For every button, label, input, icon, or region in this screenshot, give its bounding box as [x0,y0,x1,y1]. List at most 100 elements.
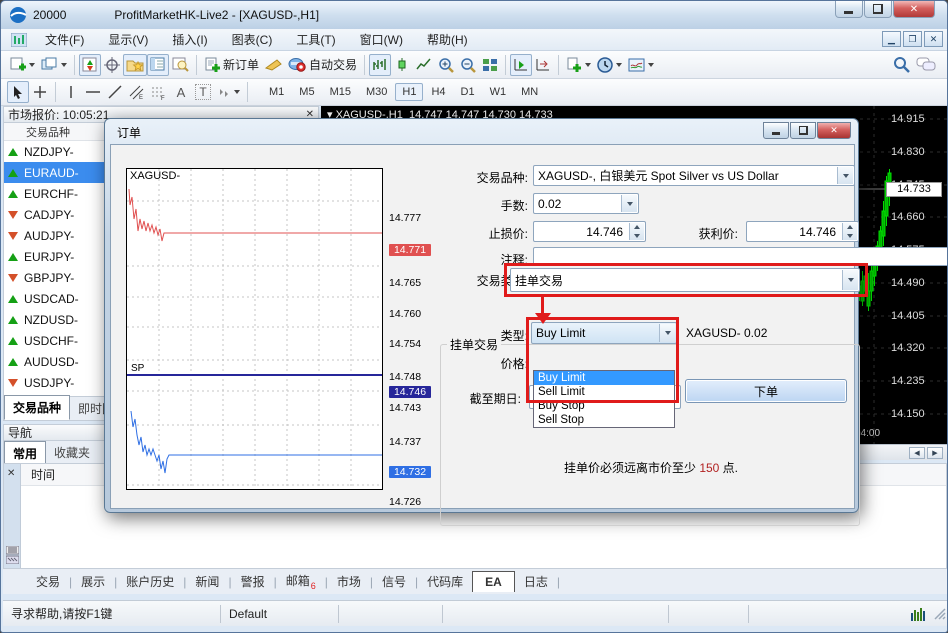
tab-journal[interactable]: 日志 [515,570,557,593]
timeframe-h4[interactable]: H4 [424,83,452,101]
order-dialog-body: XAGUSD- SP 14.777 14.7 [110,144,855,509]
option-sell-stop[interactable]: Sell Stop [534,413,674,427]
cycle-lines-tool-button[interactable] [214,81,243,103]
status-profile[interactable]: Default [221,605,339,623]
place-order-button[interactable]: 下单 [685,379,847,403]
menu-charts[interactable]: 图表(C) [220,29,285,50]
timeframe-d1[interactable]: D1 [454,83,482,101]
menu-view[interactable]: 显示(V) [96,29,160,50]
timeframe-m5[interactable]: M5 [292,83,321,101]
tab-news[interactable]: 新闻 [186,570,228,593]
bar-chart-mode-button[interactable] [369,54,391,76]
dropdown-arrow-icon[interactable] [837,167,853,184]
tab-code-base[interactable]: 代码库 [418,570,472,593]
menu-window[interactable]: 窗口(W) [348,29,415,50]
market-watch-toggle-button[interactable] [79,54,101,76]
connection-status-icon [911,607,927,621]
tab-exposure[interactable]: 展示 [72,570,114,593]
price-tick: 14.915 [891,113,943,125]
timeframe-w1[interactable]: W1 [483,83,514,101]
trendline-tool-button[interactable] [104,81,126,103]
strategy-tester-button[interactable] [169,54,192,76]
symbol-select[interactable]: XAGUSD-, 白银美元 Spot Silver vs US Dollar [533,165,855,186]
zoom-in-button[interactable] [435,54,457,76]
option-buy-stop[interactable]: Buy Stop [534,399,674,413]
mdi-minimize-button[interactable]: ▁ [882,31,901,47]
auto-trading-button[interactable]: 自动交易 [285,54,360,76]
zoom-out-button[interactable] [457,54,479,76]
crosshair-window-button[interactable] [101,54,123,76]
maximize-button[interactable] [864,1,892,18]
tick-price: 14.760 [389,308,431,320]
dialog-restore-button[interactable] [790,122,816,139]
channel-tool-button[interactable]: E [126,81,148,103]
metaeditor-button[interactable] [262,54,285,76]
tab-alerts[interactable]: 警报 [232,570,274,593]
data-window-button[interactable] [147,54,169,76]
tile-windows-button[interactable] [479,54,501,76]
chat-button[interactable] [913,54,939,76]
volume-select[interactable]: 0.02 [533,193,639,214]
dropdown-arrow-icon[interactable] [659,324,675,342]
favorites-button[interactable] [123,54,147,76]
timeframe-m1[interactable]: M1 [262,83,291,101]
option-sell-limit[interactable]: Sell Limit [534,385,674,399]
templates-button[interactable] [625,54,657,76]
fibonacci-tool-button[interactable]: F [148,81,170,103]
dialog-minimize-button[interactable] [763,122,789,139]
horizontal-line-tool-button[interactable] [82,81,104,103]
text-tool-button[interactable]: A [170,81,192,103]
up-arrow-icon [8,358,18,366]
tab-mailbox[interactable]: 邮箱6 [277,569,325,593]
search-button[interactable] [890,54,913,76]
new-order-button[interactable]: 新订单 [201,54,262,76]
order-dialog-title[interactable]: 订单 [117,124,141,141]
menu-file[interactable]: 文件(F) [33,29,96,50]
menu-tools[interactable]: 工具(T) [284,29,347,50]
vertical-line-tool-button[interactable] [60,81,82,103]
minimize-button[interactable] [835,1,863,18]
pending-type-select[interactable]: Buy Limit [531,322,677,344]
dialog-close-button[interactable]: ✕ [817,122,851,139]
take-profit-input[interactable]: 14.746 [746,221,859,242]
new-chart-button[interactable] [7,54,38,76]
timeframe-m30[interactable]: M30 [359,83,394,101]
scroll-right-icon[interactable]: ▶ [927,447,943,459]
tab-favorites[interactable]: 收藏夹 [46,441,98,464]
close-button[interactable]: ✕ [893,1,935,18]
title-bar[interactable]: 20000 ProfitMarketHK-Live2 - [XAGUSD-,H1… [1,1,948,29]
profiles-button[interactable] [38,54,70,76]
timeframe-h1[interactable]: H1 [395,83,423,101]
auto-scroll-button[interactable] [510,54,532,76]
candlestick-mode-button[interactable] [391,54,413,76]
tab-signals[interactable]: 信号 [373,570,415,593]
tab-symbols[interactable]: 交易品种 [4,395,70,420]
timeframe-mn[interactable]: MN [514,83,545,101]
menu-help[interactable]: 帮助(H) [415,29,480,50]
scroll-left-icon[interactable]: ◀ [909,447,925,459]
dropdown-arrow-icon[interactable] [621,195,637,212]
resize-grip-icon[interactable] [933,607,947,621]
trade-type-select[interactable]: 挂单交易 [510,268,860,292]
periods-button[interactable] [594,54,625,76]
comment-input[interactable] [533,247,948,266]
mdi-restore-button[interactable]: ❐ [903,31,922,47]
tab-account-history[interactable]: 账户历史 [117,570,183,593]
line-chart-mode-button[interactable] [413,54,435,76]
menu-insert[interactable]: 插入(I) [160,29,219,50]
cursor-tool-button[interactable] [7,81,29,103]
option-buy-limit[interactable]: Buy Limit [534,371,674,385]
indicators-button[interactable] [563,54,594,76]
tab-trade[interactable]: 交易 [27,570,69,593]
dropdown-arrow-icon[interactable] [842,270,858,290]
crosshair-tool-button[interactable] [29,81,51,103]
spinner-icon[interactable] [842,223,857,240]
cursor-icon [12,85,24,99]
tab-ea[interactable]: EA [472,571,515,592]
timeframe-m15[interactable]: M15 [323,83,358,101]
text-label-tool-button[interactable]: T [192,81,214,103]
mdi-close-button[interactable]: ✕ [924,31,943,47]
chart-shift-button[interactable] [532,54,554,76]
tab-market[interactable]: 市场 [328,570,370,593]
terminal-close-icon[interactable]: ✕ [7,468,15,479]
